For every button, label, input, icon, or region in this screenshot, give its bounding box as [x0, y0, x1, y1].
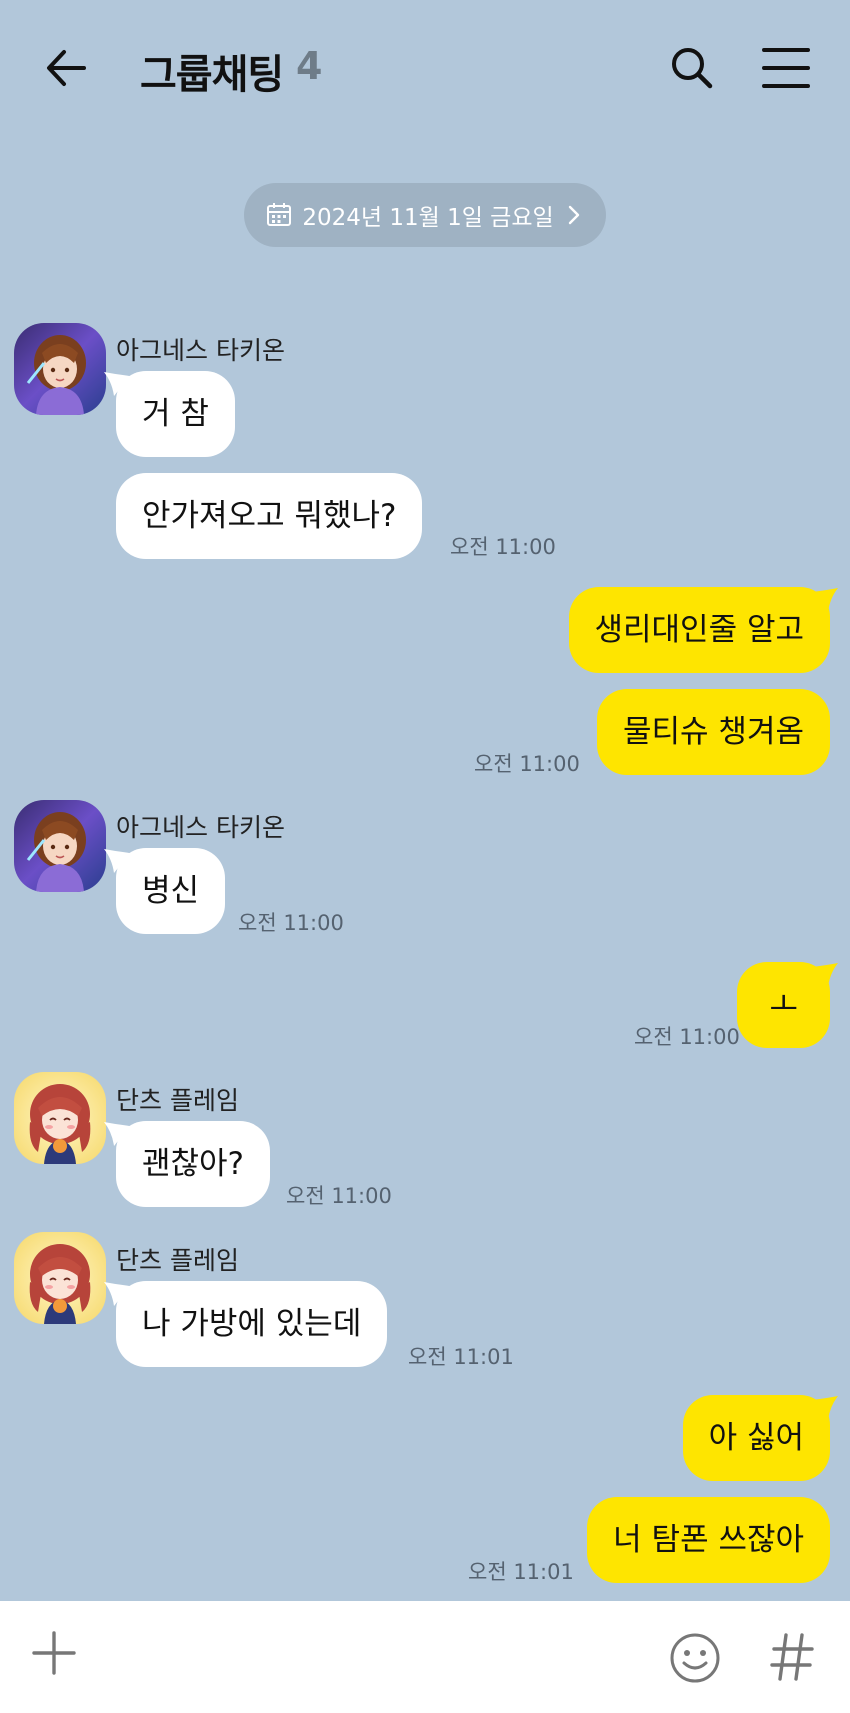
message-time: 오전 11:00 — [634, 1025, 740, 1049]
dantsu-flame-avatar — [14, 1072, 106, 1164]
emoji-button[interactable] — [668, 1631, 722, 1685]
message-bubble[interactable]: 병신 — [116, 848, 226, 934]
search-button[interactable] — [664, 40, 720, 96]
sender-name: 아그네스 타키온 — [116, 813, 285, 842]
attach-button[interactable] — [26, 1625, 82, 1681]
chat-title: 그룹채팅 — [140, 52, 284, 98]
arrow-left-icon — [47, 50, 86, 86]
message-bubble[interactable]: 생리대인줄 알고 — [568, 587, 830, 673]
message-bubble[interactable]: ㅗ — [737, 962, 830, 1048]
message-time: 오전 11:00 — [238, 911, 344, 935]
agnes-tachyon-avatar — [14, 800, 106, 892]
avatar[interactable] — [14, 323, 106, 415]
calendar-icon — [267, 203, 292, 226]
message-time: 오전 11:00 — [450, 535, 556, 559]
chevron-right-icon — [568, 205, 579, 225]
message-bubble[interactable]: 거 참 — [116, 371, 235, 457]
chat-header: 그룹채팅 4 — [0, 0, 850, 140]
message-time: 오전 11:01 — [408, 1345, 514, 1369]
date-label: 2024년 11월 1일 금요일 — [302, 205, 554, 231]
message-time: 오전 11:00 — [286, 1184, 392, 1208]
sender-name: 단츠 플레임 — [116, 1246, 239, 1275]
smiley-icon — [670, 1633, 720, 1683]
member-count: 4 — [296, 44, 323, 88]
hashtag-button[interactable] — [766, 1627, 818, 1687]
message-bubble[interactable]: 나 가방에 있는데 — [116, 1281, 388, 1367]
message-bubble[interactable]: 너 탐폰 쓰잖아 — [587, 1497, 830, 1583]
search-icon — [672, 48, 713, 89]
dantsu-flame-avatar — [14, 1232, 106, 1324]
menu-button[interactable] — [758, 40, 814, 96]
message-bubble[interactable]: 물티슈 챙겨옴 — [597, 689, 830, 775]
hash-icon — [770, 1633, 814, 1681]
avatar[interactable] — [14, 800, 106, 892]
sender-name: 아그네스 타키온 — [116, 336, 285, 365]
message-bubble[interactable]: 아 싫어 — [682, 1395, 830, 1481]
message-time: 오전 11:00 — [474, 752, 580, 776]
hamburger-menu-icon — [762, 48, 810, 88]
back-button[interactable] — [40, 40, 96, 96]
sender-name: 단츠 플레임 — [116, 1086, 239, 1115]
message-bubble[interactable]: 괜찮아? — [116, 1121, 271, 1207]
date-divider[interactable]: 2024년 11월 1일 금요일 — [244, 183, 606, 247]
avatar[interactable] — [14, 1232, 106, 1324]
input-bar — [0, 1601, 850, 1713]
avatar[interactable] — [14, 1072, 106, 1164]
message-time: 오전 11:01 — [468, 1560, 574, 1584]
message-bubble[interactable]: 안가져오고 뭐했나? — [116, 473, 423, 559]
agnes-tachyon-avatar — [14, 323, 106, 415]
plus-icon — [32, 1631, 76, 1675]
